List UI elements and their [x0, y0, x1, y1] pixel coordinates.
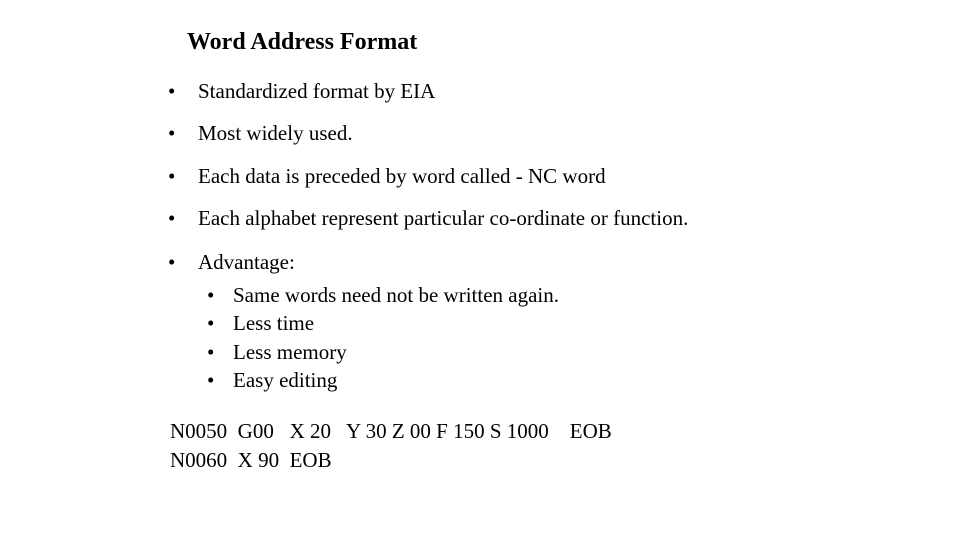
bullet-text: Most widely used.	[198, 121, 353, 145]
bullet-icon: •	[168, 121, 176, 145]
sub-bullet-text: Less time	[233, 311, 315, 335]
bullet-item: • Most widely used.	[168, 120, 353, 146]
bullet-icon: •	[168, 250, 176, 274]
sub-bullet-item: • Less time	[207, 310, 314, 336]
bullet-icon: •	[168, 164, 176, 188]
bullet-icon: •	[168, 79, 176, 103]
sub-bullet-icon: •	[207, 368, 215, 392]
sub-bullet-icon: •	[207, 283, 215, 307]
sub-bullet-text: Less memory	[233, 340, 347, 364]
sub-bullet-item: • Easy editing	[207, 367, 337, 393]
sub-bullet-item: • Less memory	[207, 339, 347, 365]
nc-code-line: N0060 X 90 EOB	[170, 448, 332, 472]
bullet-text: Each data is preceded by word called - N…	[198, 164, 606, 188]
sub-bullet-item: • Same words need not be written again.	[207, 282, 559, 308]
bullet-text: Standardized format by EIA	[198, 79, 436, 103]
bullet-item: • Standardized format by EIA	[168, 78, 435, 104]
bullet-icon: •	[168, 206, 176, 230]
bullet-item: • Each data is preceded by word called - …	[168, 163, 606, 189]
sub-bullet-text: Same words need not be written again.	[233, 283, 559, 307]
slide-title: Word Address Format	[187, 29, 418, 55]
bullet-text: Advantage:	[198, 250, 295, 274]
nc-code-line: N0050 G00 X 20 Y 30 Z 00 F 150 S 1000 EO…	[170, 419, 612, 443]
sub-bullet-icon: •	[207, 340, 215, 364]
sub-bullet-icon: •	[207, 311, 215, 335]
sub-bullet-text: Easy editing	[233, 368, 338, 392]
bullet-item: • Each alphabet represent particular co-o…	[168, 205, 688, 231]
bullet-item-advantage: • Advantage:	[168, 249, 295, 275]
bullet-text: Each alphabet represent particular co-or…	[198, 206, 689, 230]
